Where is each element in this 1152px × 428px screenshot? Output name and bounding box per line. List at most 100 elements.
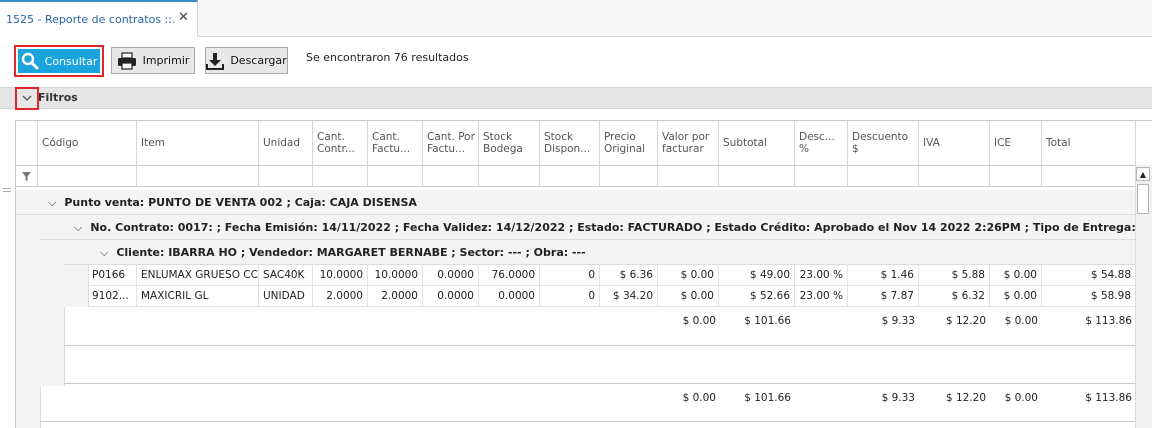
cell-cant-por-factu[interactable]: 0.0000: [423, 265, 479, 286]
filter-icon: [22, 171, 31, 181]
cell-total[interactable]: $ 58.98: [1042, 286, 1136, 307]
cell-valor-por-facturar[interactable]: $ 0.00: [658, 265, 719, 286]
printer-icon: [117, 51, 136, 70]
filter-input-stock-bodega[interactable]: [479, 166, 540, 187]
cell-ice[interactable]: $ 0.00: [990, 286, 1042, 307]
cell-iva[interactable]: $ 5.88: [919, 265, 990, 286]
group-punto-venta-label: Punto venta: PUNTO DE VENTA 002 ; Caja: …: [64, 196, 417, 209]
search-icon: [21, 52, 39, 70]
col-header-cant-factu[interactable]: Cant. Factu...: [368, 121, 423, 166]
col-header-item[interactable]: Item: [137, 121, 259, 166]
group-row-cliente[interactable]: ⌵ Cliente: IBARRA HO ; Vendedor: MARGARET…: [64, 240, 1136, 265]
filter-input-desc-pct[interactable]: [795, 166, 848, 187]
col-header-desc-pct[interactable]: Desc... %: [795, 121, 848, 166]
filter-input-stock-dispon[interactable]: [540, 166, 600, 187]
group-indent: [16, 215, 41, 428]
cell-precio-original[interactable]: $ 6.36: [600, 265, 658, 286]
filter-input-descuento[interactable]: [848, 166, 919, 187]
results-count: Se encontraron 76 resultados: [306, 51, 469, 64]
filter-input-unidad[interactable]: [259, 166, 313, 187]
col-header-stock-bodega[interactable]: Stock Bodega: [479, 121, 540, 166]
chevron-down-icon[interactable]: ⌵: [74, 215, 82, 239]
group-indent: [40, 240, 65, 386]
filtros-bar: [0, 87, 1152, 109]
cell-cant-contr[interactable]: 10.0000: [313, 265, 368, 286]
group-row-contrato[interactable]: ⌵ No. Contrato: 0017: ; Fecha Emisión: 14…: [40, 215, 1136, 240]
imprimir-button[interactable]: Imprimir: [111, 47, 195, 74]
filter-input-iva[interactable]: [919, 166, 990, 187]
close-icon[interactable]: ✕: [178, 10, 189, 25]
cell-item[interactable]: MAXICRIL GL: [137, 286, 259, 307]
splitter-grip[interactable]: [3, 186, 11, 194]
cell-valor-por-facturar[interactable]: $ 0.00: [658, 286, 719, 307]
tab-title: 1525 - Reporte de contratos ::.: [6, 13, 176, 26]
filter-input-precio-original[interactable]: [600, 166, 658, 187]
cell-ice[interactable]: $ 0.00: [990, 265, 1042, 286]
col-header-cant-contr[interactable]: Cant. Contr...: [313, 121, 368, 166]
cell-subtotal[interactable]: $ 49.00: [719, 265, 795, 286]
filter-row-icon-cell[interactable]: [16, 166, 38, 187]
group-row-punto-venta[interactable]: ⌵ Punto venta: PUNTO DE VENTA 002 ; Caja:…: [16, 190, 1136, 215]
col-header-ice[interactable]: ICE: [990, 121, 1042, 166]
filter-input-item[interactable]: [137, 166, 259, 187]
descargar-button[interactable]: Descargar: [205, 47, 288, 74]
col-header-descuento[interactable]: Descuento $: [848, 121, 919, 166]
cell-unidad[interactable]: SAC40K: [259, 265, 313, 286]
cell-total[interactable]: $ 54.88: [1042, 265, 1136, 286]
col-header-precio-original[interactable]: Precio Original: [600, 121, 658, 166]
filter-input-codigo[interactable]: [38, 166, 137, 187]
cell-stock-bodega[interactable]: 0.0000: [479, 286, 540, 307]
cell-item[interactable]: ENLUMAX GRUESO CC: [137, 265, 259, 286]
cell-stock-dispon[interactable]: 0: [540, 265, 600, 286]
cell-iva[interactable]: $ 6.32: [919, 286, 990, 307]
cell-desc-pct[interactable]: 23.00 %: [795, 286, 848, 307]
cell-cant-contr[interactable]: 2.0000: [313, 286, 368, 307]
cell-codigo[interactable]: 9102...: [88, 286, 137, 307]
col-header-iva[interactable]: IVA: [919, 121, 990, 166]
total-valor: $ 0.00: [682, 392, 716, 404]
chevron-down-icon[interactable]: ⌵: [100, 240, 108, 265]
col-header-total[interactable]: Total: [1042, 121, 1136, 166]
report-grid: Código Item Unidad Cant. Contr... Cant. …: [15, 120, 1152, 428]
col-header-valor-por-facturar[interactable]: Valor por facturar: [658, 121, 719, 166]
cell-subtotal[interactable]: $ 52.66: [719, 286, 795, 307]
col-header-codigo[interactable]: Código: [38, 121, 137, 166]
filter-input-subtotal[interactable]: [719, 166, 795, 187]
total-ice: $ 0.00: [1004, 392, 1038, 404]
consultar-label: Consultar: [44, 54, 98, 68]
subtotal-total: $ 113.86: [1085, 315, 1132, 327]
col-header-unidad[interactable]: Unidad: [259, 121, 313, 166]
cell-unidad[interactable]: UNIDAD: [259, 286, 313, 307]
cell-cant-factu[interactable]: 10.0000: [368, 265, 423, 286]
subtotal-valor: $ 0.00: [682, 315, 716, 327]
cell-desc-pct[interactable]: 23.00 %: [795, 265, 848, 286]
filter-input-total[interactable]: [1042, 166, 1136, 187]
scroll-up-icon[interactable]: ▲: [1136, 167, 1150, 181]
cell-cant-por-factu[interactable]: 0.0000: [423, 286, 479, 307]
group-indent: [64, 265, 89, 307]
scrollbar-thumb[interactable]: [1137, 184, 1149, 214]
filter-input-valor-por-facturar[interactable]: [658, 166, 719, 187]
cell-descuento[interactable]: $ 1.46: [848, 265, 919, 286]
subtotal-iva: $ 12.20: [945, 315, 986, 327]
group-footer-punto-venta: $ 0.00 $ 101.66 $ 9.33 $ 12.20 $ 0.00 $ …: [40, 383, 1136, 422]
group-contrato-label: No. Contrato: 0017: ; Fecha Emisión: 14/…: [90, 221, 1136, 234]
consultar-button[interactable]: Consultar: [14, 45, 104, 77]
filter-input-ice[interactable]: [990, 166, 1042, 187]
filter-input-cant-contr[interactable]: [313, 166, 368, 187]
filter-input-cant-por-factu[interactable]: [423, 166, 479, 187]
cell-stock-dispon[interactable]: 0: [540, 286, 600, 307]
col-header-subtotal[interactable]: Subtotal: [719, 121, 795, 166]
filter-input-cant-factu[interactable]: [368, 166, 423, 187]
total-subtotal: $ 101.66: [744, 392, 791, 404]
chevron-down-icon[interactable]: ⌵: [48, 190, 56, 215]
cell-stock-bodega[interactable]: 76.0000: [479, 265, 540, 286]
cell-codigo[interactable]: P0166: [88, 265, 137, 286]
cell-precio-original[interactable]: $ 34.20: [600, 286, 658, 307]
col-header-cant-por-factu[interactable]: Cant. Por Factu...: [423, 121, 479, 166]
tab-reporte-contratos[interactable]: 1525 - Reporte de contratos ::. ✕: [0, 0, 198, 37]
cell-cant-factu[interactable]: 2.0000: [368, 286, 423, 307]
cell-descuento[interactable]: $ 7.87: [848, 286, 919, 307]
filtros-toggle[interactable]: [15, 87, 39, 110]
col-header-stock-dispon[interactable]: Stock Dispon...: [540, 121, 600, 166]
